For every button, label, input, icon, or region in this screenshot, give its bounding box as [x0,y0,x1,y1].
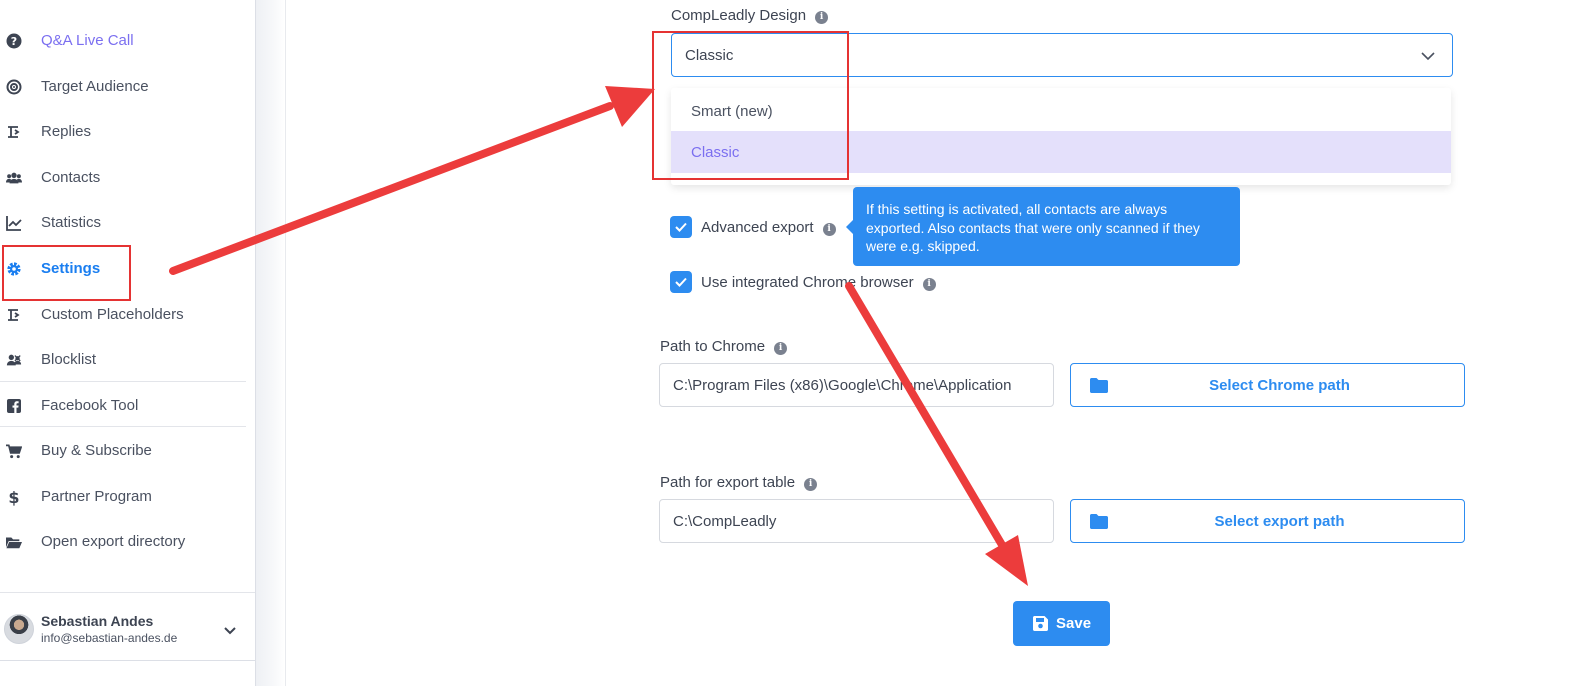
target-icon [6,79,22,95]
user-email: info@sebastian-andes.de [41,631,178,645]
select-chrome-path-label: Select Chrome path [1209,377,1350,394]
user-name: Sebastian Andes [41,613,154,629]
sidebar-item-buy-subscribe[interactable]: Buy & Subscribe [0,434,255,468]
save-button[interactable]: Save [1013,601,1110,646]
info-icon[interactable]: i [774,341,788,355]
advanced-export-checkbox[interactable] [670,216,692,238]
sidebar-divider [0,426,246,427]
chart-line-icon [6,215,22,231]
sidebar-item-contacts[interactable]: Contacts [0,161,255,195]
save-icon [1033,616,1048,631]
sidebar-item-label: Open export directory [41,533,186,550]
export-path-label: Path for export table i [660,474,818,491]
sidebar: ? Q&A Live Call Target Audience Replies … [0,0,256,686]
checkmark-icon [675,277,687,287]
sidebar-item-open-export-directory[interactable]: Open export directory [0,525,255,559]
sidebar-gutter [256,0,286,686]
chrome-browser-label: Use integrated Chrome browser i [701,274,936,291]
sidebar-divider [0,660,255,661]
chrome-path-label: Path to Chrome i [660,338,788,355]
select-export-path-label: Select export path [1214,513,1345,530]
sidebar-item-label: Replies [41,123,92,140]
chrome-path-label-text: Path to Chrome [660,338,766,355]
sidebar-item-label: Blocklist [41,351,97,368]
advanced-export-label-text: Advanced export [701,219,814,236]
chevron-down-icon[interactable] [1420,48,1436,64]
sidebar-item-label: Custom Placeholders [41,306,184,323]
advanced-export-tooltip: If this setting is activated, all contac… [846,187,1240,266]
sidebar-item-target-audience[interactable]: Target Audience [0,70,255,104]
sidebar-item-label: Q&A Live Call [41,32,134,49]
design-label-text: CompLeadly Design [671,7,807,24]
sidebar-item-label: Buy & Subscribe [41,442,152,459]
sidebar-divider [0,592,255,593]
advanced-export-label: Advanced export i [701,219,836,236]
users-icon [6,170,22,186]
sidebar-item-blocklist[interactable]: Blocklist [0,343,255,377]
export-path-input[interactable]: C:\CompLeadly [659,499,1054,543]
question-circle-icon: ? [6,33,22,49]
export-path-value: C:\CompLeadly [673,513,777,530]
chrome-browser-label-text: Use integrated Chrome browser [701,274,914,291]
sidebar-item-statistics[interactable]: Statistics [0,206,255,240]
sidebar-item-label: Facebook Tool [41,397,139,414]
info-icon[interactable]: i [922,277,936,291]
design-label: CompLeadly Design i [671,7,829,24]
sidebar-item-label: Statistics [41,214,102,231]
dollar-icon: $ [8,487,20,507]
select-export-path-button[interactable]: Select export path [1070,499,1465,543]
chevron-down-icon[interactable] [222,622,238,638]
chrome-path-value: C:\Program Files (x86)\Google\Chrome\App… [673,377,1012,394]
placeholder-icon [6,307,22,323]
replies-icon [6,124,22,140]
sidebar-item-partner-program[interactable]: $ Partner Program [0,480,255,514]
folder-open-icon [6,534,22,550]
blocked-users-icon [6,352,22,368]
info-icon[interactable]: i [822,222,836,236]
save-label: Save [1056,615,1092,632]
facebook-icon [6,398,22,414]
sidebar-item-label: Partner Program [41,488,152,505]
user-profile[interactable]: Sebastian Andes info@sebastian-andes.de [0,608,255,660]
svg-text:?: ? [11,35,17,48]
sidebar-item-qa-live-call[interactable]: ? Q&A Live Call [0,24,255,58]
export-path-label-text: Path for export table [660,474,796,491]
checkmark-icon [675,222,687,232]
sidebar-item-facebook-tool[interactable]: Facebook Tool [0,389,255,423]
sidebar-item-label: Target Audience [41,78,149,95]
design-highlight-box [652,31,849,180]
info-icon[interactable]: i [815,10,829,24]
select-chrome-path-button[interactable]: Select Chrome path [1070,363,1465,407]
chrome-path-input[interactable]: C:\Program Files (x86)\Google\Chrome\App… [659,363,1054,407]
sidebar-item-label: Contacts [41,169,101,186]
settings-highlight-box [2,245,131,301]
avatar [4,614,34,644]
sidebar-item-replies[interactable]: Replies [0,115,255,149]
cart-icon [6,443,22,459]
sidebar-divider [0,381,246,382]
sidebar-item-custom-placeholders[interactable]: Custom Placeholders [0,298,255,332]
chrome-browser-checkbox[interactable] [670,271,692,293]
info-icon[interactable]: i [804,477,818,491]
